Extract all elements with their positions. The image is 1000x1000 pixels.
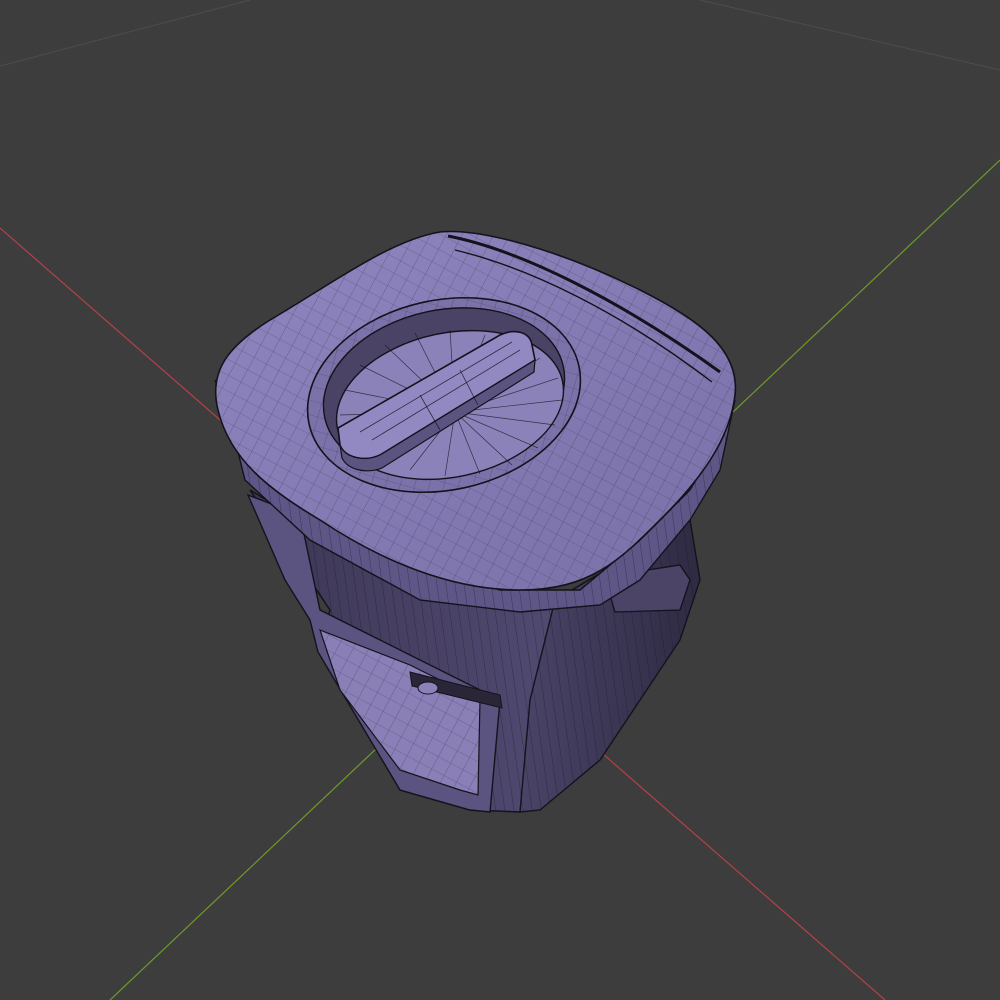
3d-viewport[interactable] [0,0,1000,1000]
mesh-object[interactable] [214,230,737,813]
viewport-canvas[interactable] [0,0,1000,1000]
door-marker [417,681,439,695]
floor-grid [0,0,1000,71]
